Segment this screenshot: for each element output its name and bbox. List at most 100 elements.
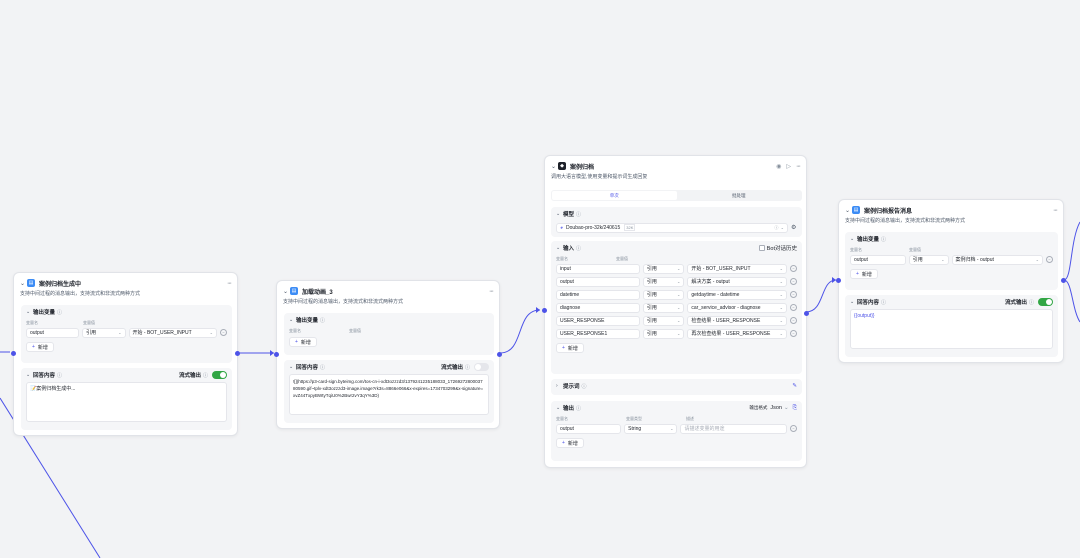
add-variable-button[interactable]: + 新增 bbox=[850, 269, 878, 279]
remove-icon[interactable]: − bbox=[790, 265, 797, 272]
section-chevron-icon[interactable]: ⌄ bbox=[289, 317, 296, 323]
variable-name-input[interactable]: datetime bbox=[556, 289, 640, 300]
node-description: 支持中间过程的消息输出，支持流式和非流式两种方式 bbox=[845, 218, 966, 224]
remove-icon[interactable]: − bbox=[790, 291, 797, 298]
variable-value-select[interactable]: getdaytime - datetime ⌄ bbox=[687, 289, 787, 300]
variable-value-select[interactable]: 开始 - BOT_USER_INPUT ⌄ bbox=[128, 327, 217, 338]
input-row: diagnose 引用 ⌄ car_service_advisor - diagn… bbox=[556, 301, 797, 314]
section-chevron-icon[interactable]: ⌄ bbox=[556, 211, 563, 217]
collapse-chevron-icon[interactable]: ⌄ bbox=[20, 280, 27, 287]
tab-single[interactable]: 单次 bbox=[552, 191, 677, 200]
llm-node-case-archive[interactable]: ⌄ ◆ 案例归档 ◉ ▷ ··· 调用大语言模型,使用变量和提示词生成回复 单次… bbox=[542, 155, 809, 468]
variable-value-select[interactable]: car_service_advisor - diagnose ⌄ bbox=[687, 302, 787, 313]
remove-icon[interactable]: − bbox=[790, 278, 797, 285]
import-icon[interactable]: ⎘ bbox=[793, 405, 797, 412]
variable-name-input[interactable]: output bbox=[556, 276, 640, 287]
chat-history-checkbox[interactable] bbox=[758, 245, 765, 251]
variable-name-input[interactable]: output bbox=[850, 254, 906, 265]
col-header-value: 变量值 bbox=[909, 247, 921, 252]
expand-chevron-icon[interactable]: › bbox=[556, 383, 563, 389]
variable-value-select[interactable]: 案例归档 - output ⌄ bbox=[951, 254, 1043, 265]
remove-icon[interactable]: − bbox=[790, 330, 797, 337]
variable-name-input[interactable]: output bbox=[26, 327, 80, 338]
variable-value-select[interactable]: 再次检查结果 - USER_RESPONSE ⌄ bbox=[687, 328, 787, 339]
variable-type-select[interactable]: 引用 ⌄ bbox=[642, 302, 685, 313]
remove-icon[interactable]: − bbox=[790, 304, 797, 311]
info-icon: ⓘ bbox=[1028, 299, 1034, 306]
message-node-archive-generating[interactable]: ⌄ ▤ 案例归档生成中 ··· 支持中间过程的消息输出，支持流式和非流式两种方式… bbox=[11, 272, 240, 436]
section-chevron-icon[interactable]: ⌄ bbox=[556, 245, 563, 251]
remove-icon[interactable]: − bbox=[790, 425, 797, 432]
prompt-assist-icon[interactable]: ✎ bbox=[792, 383, 797, 389]
stream-output-label: 流式输出 bbox=[178, 373, 201, 379]
variable-name-input[interactable]: input bbox=[556, 263, 640, 274]
variable-type-select[interactable]: 引用 ⌄ bbox=[642, 289, 685, 300]
output-type-select[interactable]: String ⌄ bbox=[624, 423, 678, 434]
more-icon[interactable]: ··· bbox=[227, 280, 232, 287]
remove-icon[interactable]: − bbox=[1046, 256, 1053, 263]
reply-content-textarea[interactable]: ![](https://p3-card-sign.byteimg.com/tos… bbox=[289, 374, 489, 415]
variable-type-select[interactable]: 引用 ⌄ bbox=[642, 263, 685, 274]
col-header-value: 变量值 bbox=[349, 328, 361, 333]
output-desc-input[interactable]: 请描述变量的用途 bbox=[680, 423, 787, 434]
more-icon[interactable]: ··· bbox=[489, 288, 494, 295]
stream-output-toggle[interactable] bbox=[212, 371, 227, 379]
settings-sliders-icon[interactable]: ⚙ bbox=[791, 224, 796, 231]
section-chevron-icon[interactable]: ⌄ bbox=[850, 299, 857, 305]
section-chevron-icon[interactable]: ⌄ bbox=[26, 372, 33, 378]
output-port[interactable] bbox=[1061, 278, 1066, 283]
prompt-section[interactable]: › 提示词 ⓘ ✎ bbox=[551, 379, 802, 395]
variable-name-input[interactable]: USER_RESPONSE1 bbox=[556, 328, 640, 339]
col-header-type: 变量类型 bbox=[626, 416, 642, 421]
output-row: output String ⌄ 请描述变量的用途 − bbox=[556, 422, 797, 435]
message-node-archive-report[interactable]: ⌄ ▤ 案例归档报告消息 ··· 支持中间过程的消息输出，支持流式和非流式两种方… bbox=[836, 199, 1066, 363]
variable-name-input[interactable]: diagnose bbox=[556, 302, 640, 313]
input-port[interactable] bbox=[542, 308, 547, 313]
variable-value-select[interactable]: 开始 - BOT_USER_INPUT ⌄ bbox=[687, 263, 787, 274]
more-icon[interactable]: ··· bbox=[796, 163, 801, 170]
output-port[interactable] bbox=[804, 311, 809, 316]
collapse-chevron-icon[interactable]: ⌄ bbox=[845, 207, 852, 214]
message-node-icon: ▤ bbox=[852, 206, 860, 214]
variable-type-select[interactable]: 引用 ⌄ bbox=[82, 327, 126, 338]
add-variable-button[interactable]: + 新增 bbox=[26, 342, 54, 352]
collapse-chevron-icon[interactable]: ⌄ bbox=[283, 288, 290, 295]
reply-content-textarea[interactable]: {{output}} bbox=[850, 309, 1053, 349]
variable-type-select[interactable]: 引用 ⌄ bbox=[642, 276, 685, 287]
add-input-button[interactable]: + 新增 bbox=[556, 343, 584, 353]
output-port[interactable] bbox=[235, 351, 240, 356]
remove-icon[interactable]: − bbox=[220, 329, 227, 336]
rss-icon[interactable]: ◉ bbox=[776, 163, 781, 170]
run-icon[interactable]: ▷ bbox=[786, 163, 791, 170]
variable-type-select[interactable]: 引用 ⌄ bbox=[908, 254, 949, 265]
node-title: 加载动画_3 bbox=[302, 289, 333, 296]
section-chevron-icon[interactable]: ⌄ bbox=[26, 309, 33, 315]
output-format-select[interactable]: Json bbox=[770, 405, 782, 411]
stream-output-toggle[interactable] bbox=[474, 363, 489, 371]
more-icon[interactable]: ··· bbox=[1053, 207, 1058, 214]
variable-name-input[interactable]: USER_RESPONSE bbox=[556, 315, 640, 326]
section-chevron-icon[interactable]: ⌄ bbox=[850, 236, 857, 242]
stream-output-toggle[interactable] bbox=[1038, 298, 1053, 306]
node-title: 案例归档 bbox=[570, 164, 595, 171]
variable-type-select[interactable]: 引用 ⌄ bbox=[642, 315, 685, 326]
add-variable-button[interactable]: + 新增 bbox=[289, 337, 317, 347]
section-chevron-icon[interactable]: ⌄ bbox=[556, 405, 563, 411]
input-port[interactable] bbox=[836, 278, 841, 283]
chevron-down-icon[interactable]: ⌄ bbox=[784, 405, 789, 411]
model-select[interactable]: ◕ Doubao-pro-32k/240615 32K ⓘ ⌄ bbox=[556, 222, 788, 233]
input-port[interactable] bbox=[274, 352, 279, 357]
message-node-loading-animation[interactable]: ⌄ ▤ 加载动画_3 ··· 支持中间过程的消息输出，支持流式和非流式两种方式 … bbox=[274, 280, 502, 429]
reply-content-textarea[interactable]: 📝案例归档生成中... bbox=[26, 382, 227, 422]
output-port[interactable] bbox=[497, 352, 502, 357]
collapse-chevron-icon[interactable]: ⌄ bbox=[551, 163, 558, 170]
variable-value-select[interactable]: 解决方案 - output ⌄ bbox=[687, 276, 787, 287]
remove-icon[interactable]: − bbox=[790, 317, 797, 324]
input-port[interactable] bbox=[11, 351, 16, 356]
add-output-button[interactable]: + 新增 bbox=[556, 438, 584, 448]
output-name-input[interactable]: output bbox=[556, 423, 622, 434]
variable-type-select[interactable]: 引用 ⌄ bbox=[642, 328, 685, 339]
tab-batch[interactable]: 批处理 bbox=[677, 191, 802, 200]
variable-value-select[interactable]: 检查结果 - USER_RESPONSE ⌄ bbox=[687, 315, 787, 326]
section-chevron-icon[interactable]: ⌄ bbox=[289, 364, 296, 370]
